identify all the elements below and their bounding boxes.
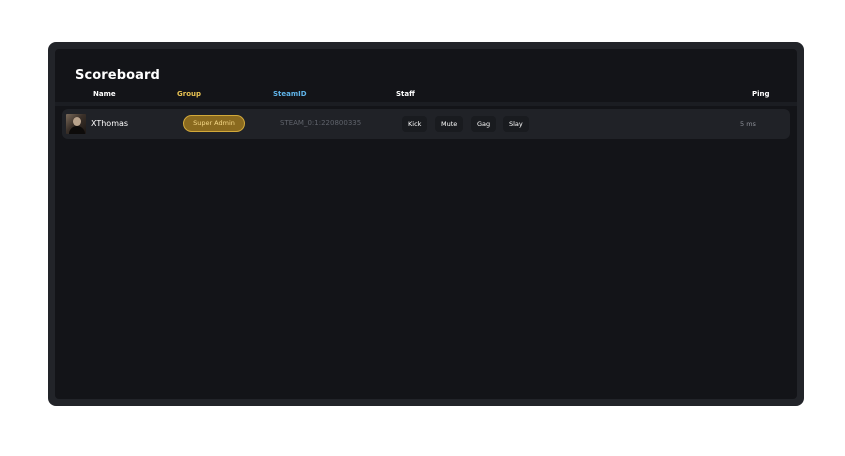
column-header-name: Name	[93, 90, 116, 98]
player-ping: 5 ms	[740, 120, 756, 128]
gag-button[interactable]: Gag	[471, 116, 497, 132]
column-header-steamid: SteamID	[273, 90, 307, 98]
scoreboard-content: Scoreboard Name Group SteamID Staff Ping…	[55, 49, 797, 399]
slay-button[interactable]: Slay	[503, 116, 529, 132]
player-name: XThomas	[91, 119, 129, 128]
kick-button[interactable]: Kick	[402, 116, 428, 132]
avatar-head	[73, 117, 81, 126]
column-header-staff: Staff	[396, 90, 415, 98]
column-header-group: Group	[177, 90, 202, 98]
mute-button[interactable]: Mute	[435, 116, 464, 132]
header-divider	[55, 102, 797, 106]
avatar-shoulders	[69, 126, 85, 134]
player-avatar[interactable]	[66, 114, 86, 134]
scoreboard-panel: Scoreboard Name Group SteamID Staff Ping…	[48, 42, 804, 406]
column-header-ping: Ping	[752, 90, 770, 98]
player-steamid[interactable]: STEAM_0:1:220800335	[280, 119, 361, 127]
group-badge: Super Admin	[183, 115, 245, 132]
player-row[interactable]: XThomas Super Admin STEAM_0:1:220800335 …	[62, 109, 790, 139]
scoreboard-title: Scoreboard	[75, 68, 160, 83]
